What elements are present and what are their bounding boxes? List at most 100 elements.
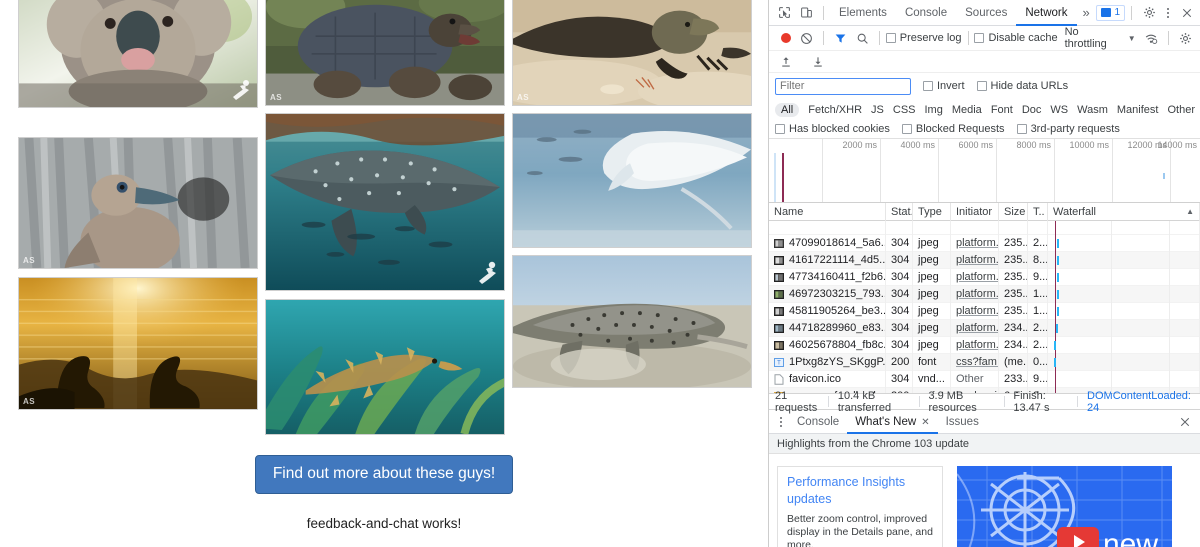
card-title-line1[interactable]: Performance Insights [787, 474, 933, 491]
manta-ray-photo[interactable] [512, 113, 752, 248]
request-name-cell[interactable]: 46972303215_793... [769, 286, 886, 303]
network-overview-timeline[interactable]: 2000 ms 4000 ms 6000 ms 8000 ms 10000 ms… [769, 139, 1200, 203]
youtube-play-badge[interactable] [1057, 527, 1099, 547]
booby-photo[interactable]: AS [18, 137, 258, 269]
column-header-status[interactable]: Stat.. [886, 203, 913, 221]
initiator-link[interactable]: platform... [956, 322, 999, 334]
type-filter-font[interactable]: Font [991, 104, 1013, 116]
column-header-time[interactable]: T.. [1028, 203, 1048, 221]
column-header-initiator[interactable]: Initiator [951, 203, 999, 221]
throttling-select[interactable]: No throttling [1065, 26, 1122, 50]
device-toolbar-icon[interactable] [795, 2, 817, 24]
drawer-tab-whats-new[interactable]: What's New✕ [847, 410, 937, 434]
initiator-link[interactable]: platform... [956, 288, 999, 300]
more-tabs-button[interactable]: » [1077, 0, 1096, 26]
filter-icon[interactable] [830, 27, 851, 49]
koala-photo[interactable] [18, 0, 258, 108]
initiator-cell[interactable]: platform... [951, 235, 999, 252]
tab-sources[interactable]: Sources [956, 0, 1016, 26]
type-filter-css[interactable]: CSS [893, 104, 916, 116]
gear-icon[interactable] [1138, 2, 1160, 24]
sort-ascending-icon[interactable]: ▲ [1186, 203, 1194, 221]
search-icon[interactable] [852, 27, 873, 49]
type-filter-manifest[interactable]: Manifest [1117, 104, 1159, 116]
whale-shark-photo[interactable] [265, 113, 505, 291]
table-row[interactable]: 46972303215_793... 304 jpeg platform... … [769, 286, 1200, 303]
request-name-cell[interactable]: 44718289960_e83... [769, 320, 886, 337]
request-name-cell[interactable]: 47734160411_f2b6... [769, 269, 886, 286]
tortoise-photo[interactable]: AS [265, 0, 505, 106]
has-blocked-cookies-checkbox[interactable]: Has blocked cookies [775, 123, 890, 135]
request-name-cell[interactable]: T 1Ptxg8zYS_SKggP... [769, 354, 886, 371]
tab-elements[interactable]: Elements [830, 0, 896, 26]
type-filter-all[interactable]: All [775, 103, 799, 117]
table-row[interactable]: 47099018614_5a6... 304 jpeg platform... … [769, 235, 1200, 252]
drawer-tab-issues[interactable]: Issues [938, 410, 987, 434]
network-conditions-icon[interactable] [1141, 27, 1162, 49]
initiator-cell[interactable]: platform... [951, 269, 999, 286]
initiator-link[interactable]: platform... [956, 339, 999, 351]
card-title-line2[interactable]: updates [787, 491, 933, 508]
message-count-badge[interactable]: 1 [1096, 5, 1125, 21]
tab-network[interactable]: Network [1016, 0, 1076, 26]
type-filter-fetch-xhr[interactable]: Fetch/XHR [808, 104, 862, 116]
blocked-requests-checkbox[interactable]: Blocked Requests [902, 123, 1005, 135]
request-name-cell[interactable]: 46025678804_fb8c... [769, 337, 886, 354]
initiator-cell[interactable]: platform... [951, 320, 999, 337]
table-body[interactable]: 47099018614_5a6... 304 jpeg platform... … [769, 221, 1200, 393]
initiator-cell[interactable]: platform... [951, 337, 999, 354]
drawer-tab-console[interactable]: Console [789, 410, 847, 434]
sea-dragon-photo[interactable] [265, 299, 505, 435]
column-header-size[interactable]: Size [999, 203, 1028, 221]
request-name-cell[interactable]: 47099018614_5a6... [769, 235, 886, 252]
column-header-waterfall[interactable]: Waterfall ▲ [1048, 203, 1200, 221]
table-row[interactable]: T 1Ptxg8zYS_SKggP... 200 font css?fam...… [769, 354, 1200, 371]
type-filter-media[interactable]: Media [952, 104, 982, 116]
record-button-icon[interactable] [775, 27, 796, 49]
close-tab-icon[interactable]: ✕ [921, 417, 929, 428]
type-filter-wasm[interactable]: Wasm [1077, 104, 1108, 116]
chevron-down-icon[interactable]: ▼ [1128, 34, 1136, 43]
preserve-log-checkbox[interactable]: Preserve log [886, 32, 962, 44]
disable-cache-checkbox[interactable]: Disable cache [974, 32, 1057, 44]
table-row[interactable]: favicon.ico 304 vnd... Other 233... 9... [769, 371, 1200, 388]
third-party-requests-checkbox[interactable]: 3rd-party requests [1017, 123, 1120, 135]
table-row[interactable]: 47734160411_f2b6... 304 jpeg platform...… [769, 269, 1200, 286]
filter-input[interactable] [775, 78, 911, 95]
initiator-cell[interactable]: css?fam... [951, 354, 999, 371]
export-har-icon[interactable] [807, 51, 829, 73]
column-header-type[interactable]: Type [913, 203, 951, 221]
import-har-icon[interactable] [775, 51, 797, 73]
type-filter-other[interactable]: Other [1167, 104, 1195, 116]
column-header-name[interactable]: Name [769, 203, 886, 221]
initiator-link[interactable]: platform... [956, 237, 999, 249]
sea-lions-photo[interactable]: AS [18, 277, 258, 410]
initiator-cell[interactable]: platform... [951, 303, 999, 320]
zebra-shark-photo[interactable] [512, 255, 752, 388]
clear-icon[interactable] [796, 27, 817, 49]
drawer-more-options-icon[interactable] [773, 417, 789, 427]
marine-iguana-photo[interactable]: AS [512, 0, 752, 106]
hide-data-urls-checkbox[interactable]: Hide data URLs [977, 80, 1069, 92]
table-row[interactable]: 45811905264_be3... 304 jpeg platform... … [769, 303, 1200, 320]
table-row[interactable]: 44718289960_e83... 304 jpeg platform... … [769, 320, 1200, 337]
type-filter-doc[interactable]: Doc [1022, 104, 1042, 116]
more-options-icon[interactable] [1160, 8, 1176, 18]
type-filter-js[interactable]: JS [871, 104, 884, 116]
close-icon[interactable] [1176, 2, 1198, 24]
tab-console[interactable]: Console [896, 0, 956, 26]
table-row[interactable]: 41617221114_4d5... 304 jpeg platform... … [769, 252, 1200, 269]
initiator-link[interactable]: platform... [956, 254, 999, 266]
table-row[interactable]: 46025678804_fb8c... 304 jpeg platform...… [769, 337, 1200, 354]
drawer-close-icon[interactable] [1174, 411, 1196, 433]
whats-new-card[interactable]: Performance Insights updates Better zoom… [777, 466, 943, 547]
initiator-cell[interactable]: platform... [951, 286, 999, 303]
initiator-link[interactable]: platform... [956, 305, 999, 317]
whats-new-video-thumbnail[interactable]: new [957, 466, 1172, 547]
type-filter-img[interactable]: Img [925, 104, 943, 116]
network-settings-gear-icon[interactable] [1175, 27, 1196, 49]
type-filter-ws[interactable]: WS [1050, 104, 1068, 116]
request-name-cell[interactable]: 41617221114_4d5... [769, 252, 886, 269]
initiator-link[interactable]: platform... [956, 271, 999, 283]
inspect-element-icon[interactable] [773, 2, 795, 24]
